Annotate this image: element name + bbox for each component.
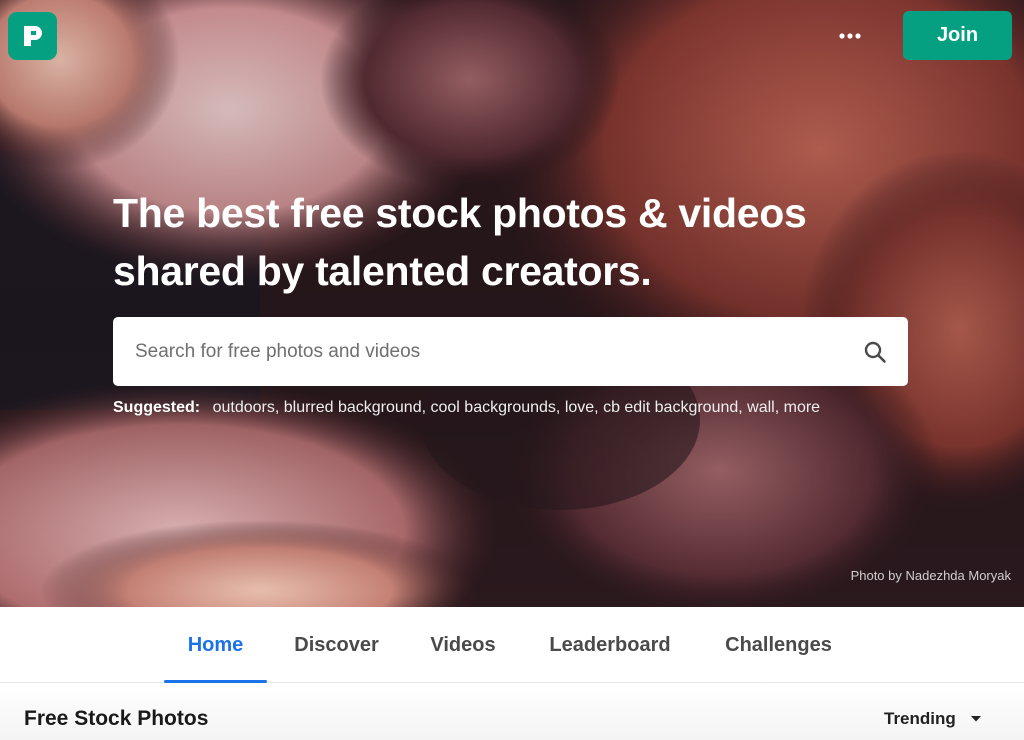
suggested-item[interactable]: outdoors xyxy=(213,399,275,416)
search-icon xyxy=(864,341,886,363)
suggested-searches: Suggested: outdoors, blurred background,… xyxy=(113,399,821,416)
section-header: Free Stock Photos Trending xyxy=(0,683,1024,740)
tab-discover-label: Discover xyxy=(294,633,379,656)
more-horizontal-icon xyxy=(839,33,861,39)
tab-home[interactable]: Home xyxy=(164,607,267,683)
tab-discover[interactable]: Discover xyxy=(278,607,395,683)
tab-videos[interactable]: Videos xyxy=(414,607,512,683)
photo-credit[interactable]: Photo by Nadezhda Moryak xyxy=(851,568,1011,583)
caret-down-icon xyxy=(970,716,981,722)
suggested-item[interactable]: cb edit background xyxy=(603,399,738,416)
suggested-item[interactable]: wall xyxy=(747,399,775,416)
suggested-item[interactable]: cool backgrounds xyxy=(431,399,556,416)
main-nav-tabs: Home Discover Videos Leaderboard Challen… xyxy=(0,607,1024,683)
join-button[interactable]: Join xyxy=(903,11,1012,60)
hero-title: The best free stock photos & videos shar… xyxy=(113,184,913,300)
tab-leaderboard[interactable]: Leaderboard xyxy=(530,607,690,683)
suggested-item[interactable]: love xyxy=(565,399,594,416)
suggested-item[interactable]: blurred background xyxy=(284,399,422,416)
sort-dropdown[interactable]: Trending xyxy=(884,709,982,729)
search-input[interactable] xyxy=(113,317,842,386)
tab-home-label: Home xyxy=(187,633,244,656)
sort-dropdown-value: Trending xyxy=(884,709,956,728)
pexels-logo[interactable] xyxy=(8,12,57,60)
pexels-logo-icon xyxy=(23,26,42,46)
suggested-more-link[interactable]: more xyxy=(784,399,820,416)
search-box xyxy=(113,317,908,386)
more-options-button[interactable] xyxy=(832,20,868,52)
search-button[interactable] xyxy=(842,317,908,386)
tab-challenges[interactable]: Challenges xyxy=(708,607,849,683)
hero-overlay xyxy=(0,0,1024,607)
hero-section: Join The best free stock photos & videos… xyxy=(0,0,1024,607)
hero-title-line2: shared by talented creators. xyxy=(113,248,652,294)
tab-leaderboard-label: Leaderboard xyxy=(549,633,671,656)
tab-videos-label: Videos xyxy=(430,633,496,656)
tab-challenges-label: Challenges xyxy=(725,633,832,656)
suggested-label: Suggested: xyxy=(113,399,201,416)
section-title: Free Stock Photos xyxy=(24,707,209,730)
hero-title-line1: The best free stock photos & videos xyxy=(113,190,807,236)
